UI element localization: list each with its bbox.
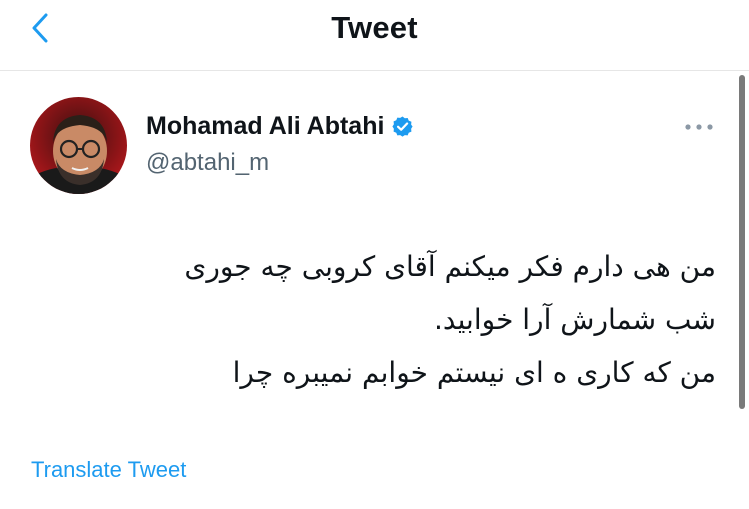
tweet-line: شب شمارش آرا خوابید. (433, 303, 716, 336)
tweet-line: من هی دارم فکر میکنم آقای کروبی چه جوری (184, 250, 716, 283)
translate-tweet-link[interactable]: Translate Tweet (31, 457, 186, 483)
tweet-text: من هی دارم فکر میکنم آقای کروبی چه جوری … (30, 240, 716, 399)
avatar[interactable] (30, 97, 127, 194)
page-title: Tweet (331, 10, 418, 45)
scrollbar[interactable] (739, 75, 745, 409)
author-display-name[interactable]: Mohamad Ali Abtahi (146, 112, 384, 141)
author-name-row[interactable]: Mohamad Ali Abtahi (146, 112, 414, 141)
verified-badge-icon (392, 116, 413, 137)
avatar-image (30, 97, 127, 194)
tweet-line: من که کاری ه ای نیستم خوابم نمیبره چرا (232, 356, 716, 389)
top-bar: Tweet (0, 0, 749, 71)
more-horizontal-icon[interactable] (683, 119, 715, 135)
author-handle[interactable]: @abtahi_m (146, 149, 269, 177)
